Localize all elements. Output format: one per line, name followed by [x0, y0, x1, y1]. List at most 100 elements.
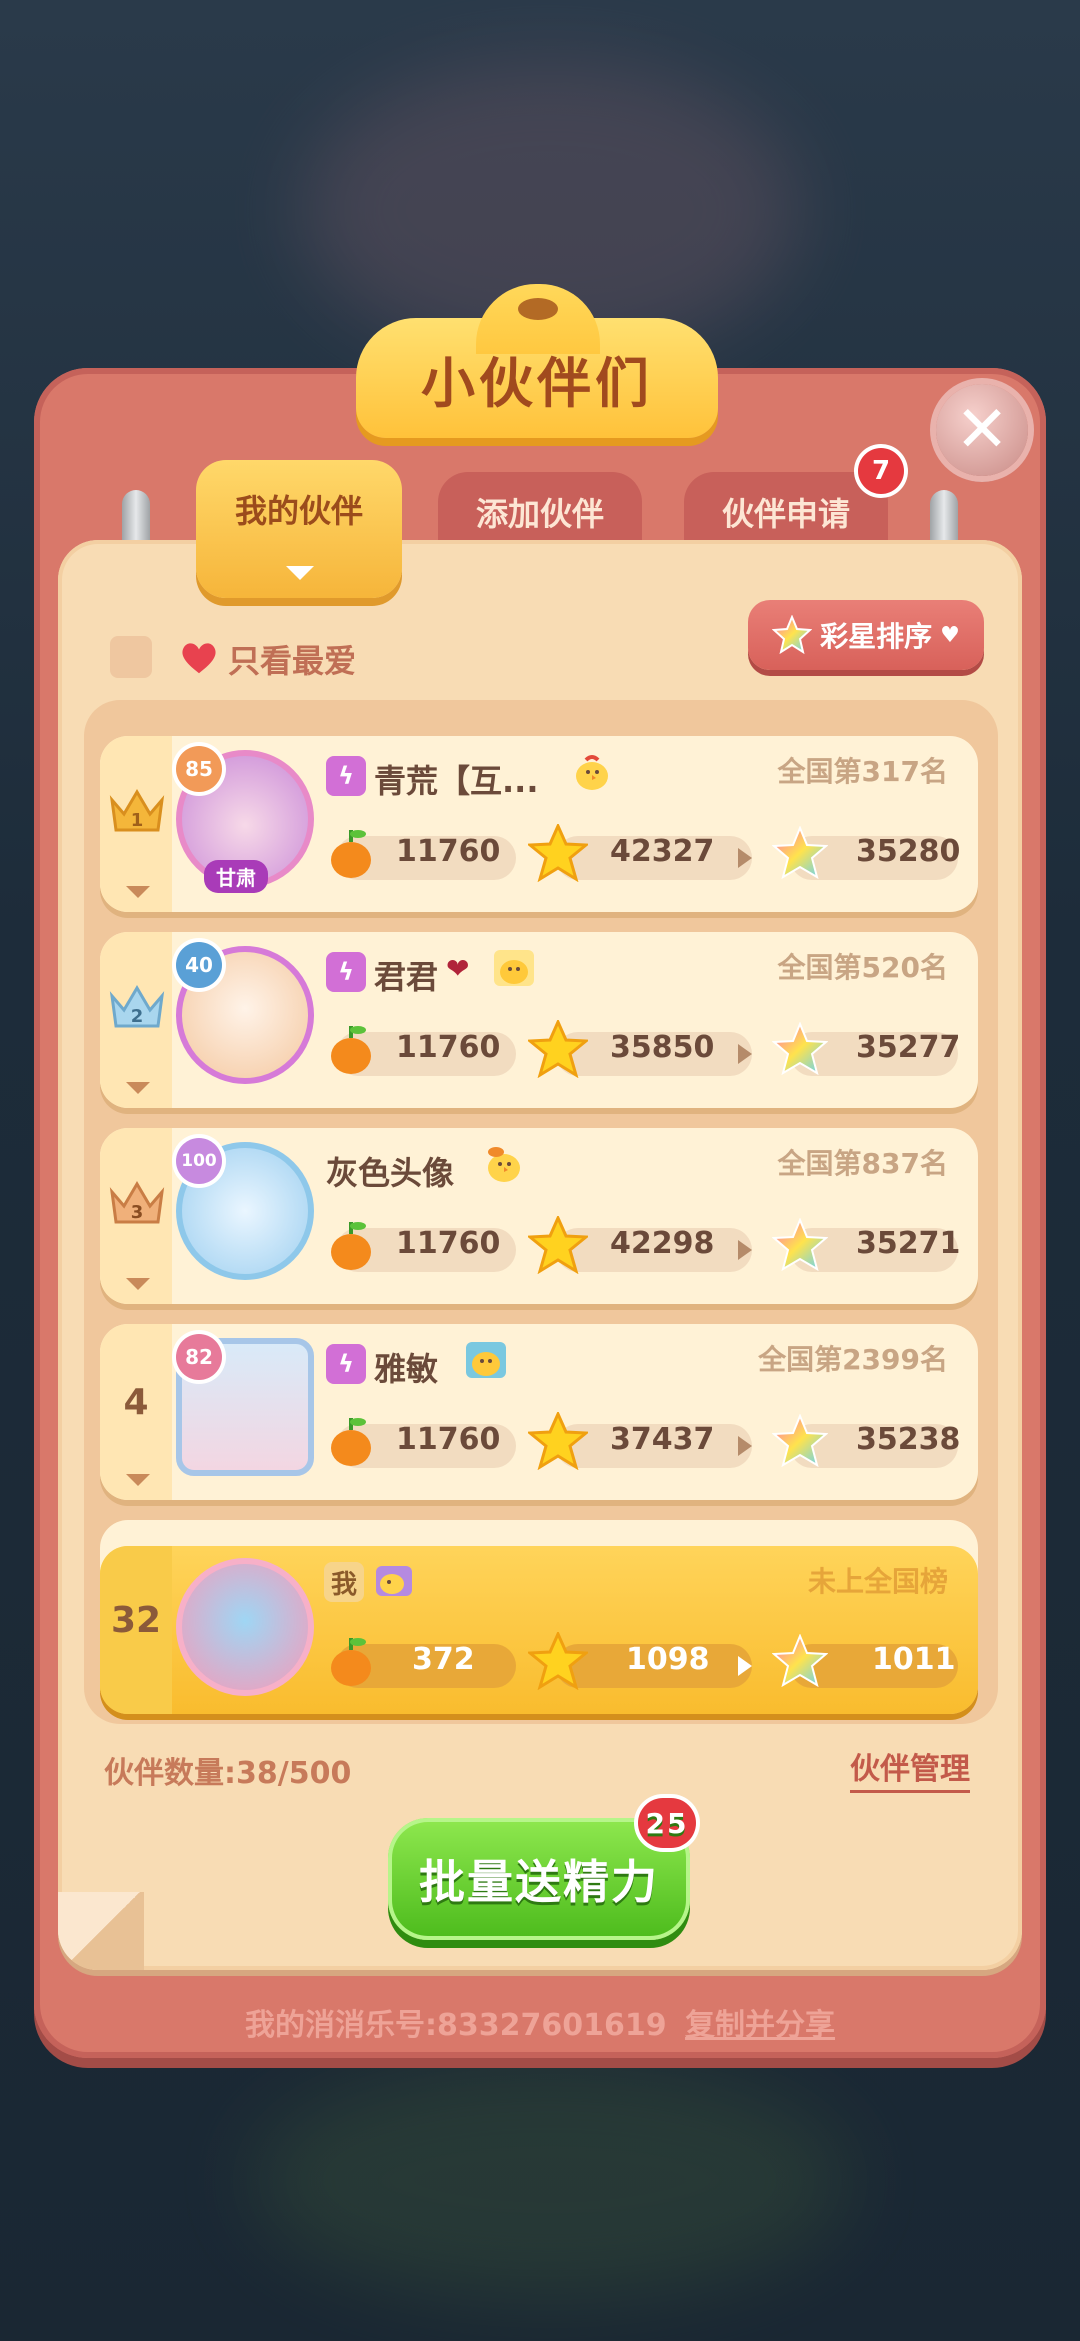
favorites-checkbox[interactable]	[110, 636, 152, 678]
background-blur	[250, 2060, 850, 2300]
chick-icon	[466, 1342, 506, 1378]
national-rank: 全国第2399名	[758, 1343, 948, 1376]
energy-fruit-icon	[331, 1026, 371, 1074]
star-icon	[528, 1412, 588, 1470]
silver-crown-icon: 2	[109, 985, 165, 1028]
tab-label: 添加伙伴	[475, 495, 604, 533]
expand-chevron-icon[interactable]	[126, 1082, 150, 1094]
play-icon	[738, 1656, 752, 1676]
partner-name: 青荒【互...	[374, 762, 539, 800]
send-button-label: 批量送精力	[419, 1855, 659, 1909]
play-icon	[738, 1240, 752, 1260]
partner-list[interactable]: 1 85 甘肃 ϟ 青荒【互... 全国第317名 11760 42327 35…	[84, 700, 998, 1724]
tab-label: 伙伴申请	[721, 495, 850, 533]
title-banner: 小伙伴们	[356, 284, 718, 438]
copy-share-link[interactable]: 复制并分享	[685, 2008, 835, 2043]
rainbow-star-count: 35277	[856, 1030, 961, 1065]
page-title: 小伙伴们	[421, 351, 653, 415]
my-row[interactable]: 32 我 未上全国榜 372 1098 1011	[100, 1546, 978, 1714]
rainbow-star-icon	[772, 826, 828, 880]
lightning-icon: ϟ	[326, 756, 366, 796]
tab-label: 我的伙伴	[234, 492, 363, 530]
rainbow-star-count: 35238	[856, 1422, 961, 1457]
fruit-count: 11760	[396, 1030, 501, 1065]
only-favorites-label[interactable]: 只看最爱	[228, 636, 356, 682]
partner-row[interactable]: 2 40 ϟ 君君 ❤ 全国第520名 11760 35850 35277	[100, 932, 978, 1108]
partner-count: 伙伴数量:38/500	[104, 1756, 352, 1791]
heart-icon: ❤	[446, 952, 470, 985]
star-icon	[528, 824, 588, 882]
level-badge: 100	[176, 1138, 222, 1184]
expand-chevron-icon[interactable]	[126, 1474, 150, 1486]
sort-label: 彩星排序	[820, 620, 933, 653]
national-rank: 全国第520名	[777, 951, 948, 984]
gold-crown-icon: 1	[109, 789, 165, 832]
fruit-count: 11760	[396, 834, 501, 869]
fruit-count: 372	[412, 1642, 475, 1677]
me-label-box: 我	[324, 1562, 364, 1602]
svg-text:2: 2	[131, 1006, 144, 1027]
national-rank: 全国第837名	[777, 1147, 948, 1180]
rainbow-star-count: 1011	[872, 1642, 956, 1677]
tab-my-partners[interactable]: 我的伙伴	[196, 460, 402, 598]
send-count-badge: 25	[638, 1798, 696, 1848]
energy-fruit-icon	[331, 830, 371, 878]
expand-chevron-icon[interactable]	[126, 886, 150, 898]
heart-icon	[182, 643, 216, 674]
chick-icon	[488, 1147, 520, 1182]
fruit-count: 11760	[396, 1422, 501, 1457]
energy-fruit-icon	[331, 1222, 371, 1270]
partner-row[interactable]: 4 82 ϟ 雅敏 全国第2399名 11760 37437 35238	[100, 1324, 978, 1500]
rainbow-star-icon	[772, 1414, 828, 1468]
partner-row[interactable]: 3 100 灰色头像 全国第837名 11760 42298 35271	[100, 1128, 978, 1304]
chick-icon	[576, 755, 608, 790]
partner-name: 灰色头像	[326, 1154, 455, 1192]
page-corner-fold	[58, 1892, 144, 1970]
chick-icon	[376, 1566, 412, 1596]
rainbow-star-icon	[772, 1218, 828, 1272]
svg-text:3: 3	[131, 1202, 144, 1223]
close-button[interactable]: ✕	[936, 384, 1028, 476]
rainbow-star-icon	[772, 615, 813, 655]
batch-send-energy-button[interactable]: 批量送精力 25	[388, 1798, 696, 1940]
rank-number: 32	[110, 1600, 162, 1641]
star-count: 42298	[610, 1226, 715, 1261]
account-footer: 我的消消乐号:83327601619 复制并分享	[0, 2000, 1080, 2044]
bronze-crown-icon: 3	[109, 1181, 165, 1224]
lightning-icon: ϟ	[326, 952, 366, 992]
rank-number: 4	[123, 1382, 149, 1423]
play-icon	[738, 1436, 752, 1456]
close-icon: ✕	[955, 393, 1009, 467]
expand-chevron-icon[interactable]	[126, 1278, 150, 1290]
avatar[interactable]	[176, 1558, 314, 1696]
request-count-badge: 7	[858, 448, 904, 494]
lightning-icon: ϟ	[326, 1344, 366, 1384]
manage-partners-link[interactable]: 伙伴管理	[850, 1744, 970, 1793]
fruit-count: 11760	[396, 1226, 501, 1261]
national-rank: 全国第317名	[777, 755, 948, 788]
national-rank: 未上全国榜	[807, 1565, 948, 1598]
sort-rainbow-star-button[interactable]: 彩星排序 ♥	[748, 600, 984, 670]
rainbow-star-icon	[772, 1634, 828, 1688]
heart-icon: ♥	[940, 622, 960, 648]
svg-text:1: 1	[131, 810, 144, 831]
star-count: 35850	[610, 1030, 715, 1065]
partner-row[interactable]: 1 85 甘肃 ϟ 青荒【互... 全国第317名 11760 42327 35…	[100, 736, 978, 912]
rainbow-star-count: 35280	[856, 834, 961, 869]
level-badge: 85	[176, 746, 222, 792]
star-icon	[528, 1020, 588, 1078]
banner-hole	[518, 298, 558, 320]
play-icon	[738, 848, 752, 868]
energy-fruit-icon	[331, 1638, 371, 1686]
rainbow-star-icon	[772, 1022, 828, 1076]
rainbow-star-count: 35271	[856, 1226, 961, 1261]
partner-name: 君君	[374, 958, 439, 996]
chick-icon	[494, 950, 534, 986]
energy-fruit-icon	[331, 1418, 371, 1466]
star-icon	[528, 1632, 588, 1690]
star-count: 1098	[626, 1642, 710, 1677]
level-badge: 40	[176, 942, 222, 988]
partner-name: 雅敏	[374, 1350, 439, 1388]
chevron-down-icon	[286, 566, 314, 580]
my-name: 我	[330, 1569, 357, 1600]
